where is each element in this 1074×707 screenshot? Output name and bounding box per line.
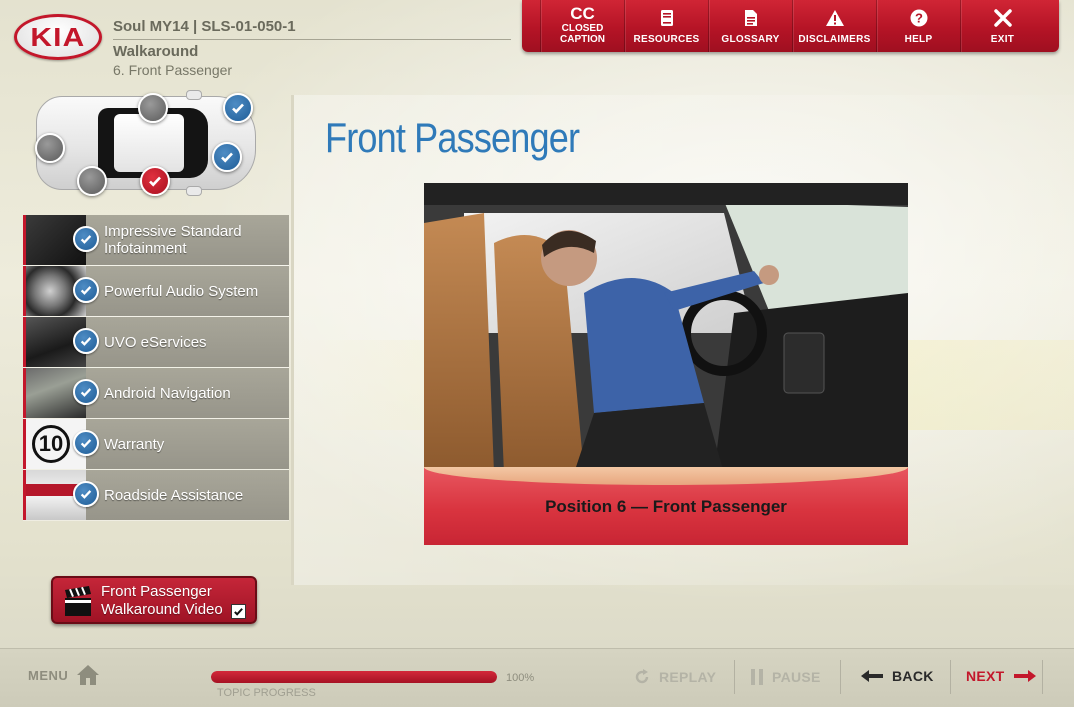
- pause-button[interactable]: PAUSE: [750, 668, 821, 686]
- warning-icon: [825, 10, 844, 26]
- warranty-badge-text: 10: [32, 425, 70, 463]
- checkmark-icon: [234, 608, 243, 616]
- checkmark-icon: [149, 176, 161, 187]
- topic-android-navigation[interactable]: Android Navigation: [23, 368, 289, 418]
- book-icon: [660, 10, 673, 26]
- position-4-marker[interactable]: [35, 133, 65, 163]
- disclaimers-label: DISCLAIMERS: [798, 34, 871, 45]
- next-button[interactable]: NEXT: [966, 668, 1037, 684]
- closed-caption-icon: CC: [570, 4, 595, 23]
- replay-icon: [635, 669, 649, 684]
- control-divider: [950, 660, 951, 694]
- glossary-button[interactable]: GLOSSARY: [708, 0, 792, 52]
- checkmark-icon: [221, 152, 233, 163]
- topic-list: Impressive Standard Infotainment Powerfu…: [23, 215, 289, 521]
- help-icon: ?: [910, 9, 927, 27]
- menu-label: MENU: [28, 667, 69, 683]
- topic-label: Android Navigation: [104, 384, 231, 402]
- walkaround-video-button[interactable]: Front Passenger Walkaround Video: [51, 576, 257, 624]
- closed-caption-button[interactable]: CC CLOSED CAPTION: [540, 0, 624, 52]
- progress-percent: 100%: [506, 672, 535, 684]
- section-title: Walkaround: [113, 43, 199, 60]
- replay-label: REPLAY: [659, 669, 717, 685]
- video-caption-banner: Position 6 — Front Passenger: [424, 467, 908, 545]
- position-2-marker[interactable]: [223, 93, 253, 123]
- top-navigation: CC CLOSED CAPTION RESOURCES GLOSSARY DIS…: [522, 0, 1059, 52]
- resources-button[interactable]: RESOURCES: [624, 0, 708, 52]
- pause-label: PAUSE: [772, 669, 821, 685]
- page-title: Front Passenger: [325, 114, 580, 161]
- course-title: Soul MY14 | SLS-01-050-1: [113, 18, 296, 35]
- topic-label: UVO eServices: [104, 333, 207, 351]
- topic-label: Powerful Audio System: [104, 282, 259, 300]
- control-divider: [734, 660, 735, 694]
- checkmark-icon: [232, 103, 244, 114]
- document-icon: [744, 10, 757, 26]
- help-label: HELP: [904, 34, 933, 45]
- completed-check-icon: [73, 277, 99, 303]
- arrow-right-icon: [1013, 670, 1036, 682]
- position-6-marker[interactable]: [140, 166, 170, 196]
- exit-label: EXIT: [990, 34, 1015, 45]
- car-mirror: [186, 186, 202, 196]
- completed-check-icon: [73, 481, 99, 507]
- topic-label: Warranty: [104, 435, 165, 453]
- video-watched-checkbox: [231, 604, 246, 619]
- topic-audio-system[interactable]: Powerful Audio System: [23, 266, 289, 316]
- topic-warranty[interactable]: 10 Warranty: [23, 419, 289, 469]
- back-label: BACK: [892, 668, 934, 684]
- video-caption: Position 6 — Front Passenger: [545, 497, 787, 516]
- arrow-left-icon: [861, 670, 883, 682]
- control-divider: [840, 660, 841, 694]
- position-3-marker[interactable]: [138, 93, 168, 123]
- home-icon: [77, 665, 100, 685]
- disclaimers-button[interactable]: DISCLAIMERS: [792, 0, 876, 52]
- topic-infotainment[interactable]: Impressive Standard Infotainment: [23, 215, 289, 265]
- clapperboard-icon: [65, 586, 91, 616]
- page-subtitle: 6. Front Passenger: [113, 62, 233, 78]
- replay-button[interactable]: REPLAY: [633, 668, 716, 686]
- position-1-marker[interactable]: [212, 142, 242, 172]
- completed-check-icon: [73, 328, 99, 354]
- glossary-label: GLOSSARY: [721, 34, 780, 45]
- topic-uvo-eservices[interactable]: UVO eServices: [23, 317, 289, 367]
- exit-button[interactable]: EXIT: [960, 0, 1044, 52]
- completed-check-icon: [73, 430, 99, 456]
- svg-text:?: ?: [915, 11, 923, 26]
- car-position-map: [35, 90, 256, 196]
- back-button[interactable]: BACK: [860, 668, 934, 684]
- topic-label: Roadside Assistance: [104, 486, 244, 504]
- help-button[interactable]: ? HELP: [876, 0, 960, 52]
- kia-logo: KIA: [14, 14, 102, 60]
- next-label: NEXT: [966, 668, 1005, 684]
- resources-label: RESOURCES: [633, 34, 700, 45]
- video-player[interactable]: Position 6 — Front Passenger: [424, 183, 908, 545]
- menu-button[interactable]: MENU: [28, 664, 100, 686]
- car-mirror: [186, 90, 202, 100]
- close-icon: [993, 9, 1012, 27]
- topic-progress-bar: [211, 671, 497, 683]
- completed-check-icon: [73, 379, 99, 405]
- topic-progress-fill: [211, 671, 497, 683]
- progress-label: TOPIC PROGRESS: [217, 687, 316, 699]
- control-divider: [1042, 660, 1043, 694]
- topic-label: Impressive Standard Infotainment: [104, 223, 242, 257]
- completed-check-icon: [73, 226, 99, 252]
- topic-roadside-assistance[interactable]: Roadside Assistance: [23, 470, 289, 520]
- closed-caption-label: CLOSED CAPTION: [560, 23, 605, 45]
- header-divider: [113, 39, 511, 40]
- pause-icon: [751, 669, 763, 685]
- position-5-marker[interactable]: [77, 166, 107, 196]
- video-button-label: Front Passenger Walkaround Video: [101, 583, 223, 618]
